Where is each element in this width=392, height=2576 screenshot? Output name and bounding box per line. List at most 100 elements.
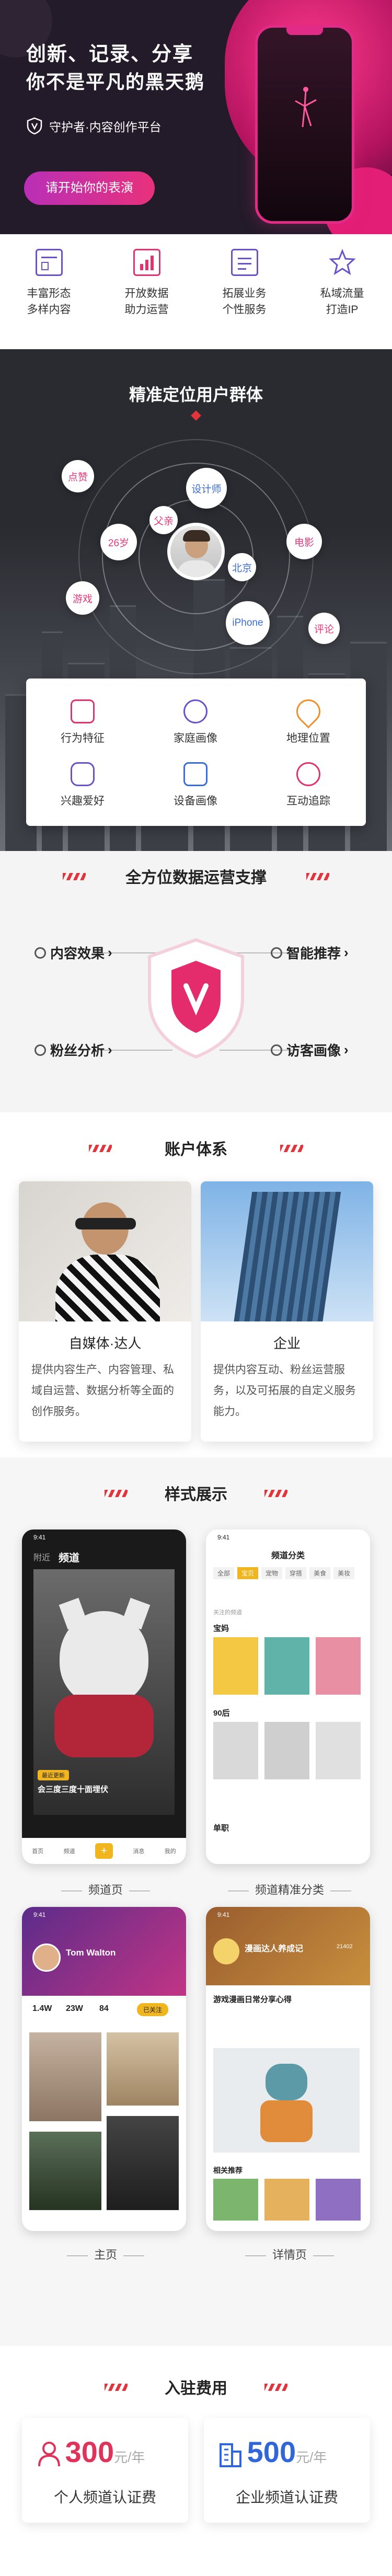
price-unit: 元/年 xyxy=(296,2450,327,2465)
data-icon xyxy=(133,249,160,276)
post-thumbnail xyxy=(107,2032,179,2106)
grid-label: 家庭画像 xyxy=(174,732,217,744)
heart-marker xyxy=(191,410,201,421)
follow-button[interactable]: 已关注 xyxy=(137,2003,169,2016)
grid-label: 地理位置 xyxy=(286,732,330,744)
grid-item: 地理位置 xyxy=(252,694,365,745)
tag-bubble: 设计师 xyxy=(186,468,227,509)
ops-label-text: 内容效果 xyxy=(50,946,105,961)
price-row: 300元/年 xyxy=(22,2435,188,2469)
section-label: 90后 xyxy=(213,1709,230,1718)
card-desc: 提供内容生产、内容管理、私域自运营、数据分析等全面的创作服务。 xyxy=(31,1364,174,1418)
tag-bubble: 点赞 xyxy=(62,460,94,492)
feature-line2: 打造IP xyxy=(326,304,359,316)
stat-value: 1.4W xyxy=(32,2004,52,2013)
feature-line1: 拓展业务 xyxy=(222,288,267,300)
category-tab[interactable]: 美妆 xyxy=(333,1567,355,1579)
post-title: 会三度三度十面埋伏 xyxy=(38,1785,109,1794)
tab-me[interactable]: 我的 xyxy=(165,1847,176,1855)
add-button[interactable]: + xyxy=(95,1843,113,1859)
post-thumbnail xyxy=(107,2116,179,2210)
category-tab[interactable]: 宠物 xyxy=(261,1567,283,1579)
card-title: 企业 xyxy=(273,1336,301,1351)
post-thumbnail xyxy=(29,2032,101,2121)
fans-icon xyxy=(34,1044,46,1056)
price-unit: 元/年 xyxy=(114,2450,145,2465)
category-tab[interactable]: 穿搭 xyxy=(285,1567,307,1579)
caption: 频道页 xyxy=(22,1881,189,1898)
tab-messages[interactable]: 消息 xyxy=(133,1847,144,1855)
feature-item: 开放数据 助力运营 xyxy=(98,249,195,318)
tab-channel-bottom[interactable]: 频道 xyxy=(64,1847,75,1855)
location-icon xyxy=(291,694,326,729)
avatar xyxy=(32,1944,61,1972)
shield-icon xyxy=(27,117,42,135)
ops-label: 粉丝分析 › xyxy=(30,1040,112,1060)
tag-bubble: iPhone xyxy=(226,601,270,645)
ops-label-text: 访客画像 xyxy=(286,1043,341,1059)
feature-line2: 个性服务 xyxy=(222,304,267,316)
ops-label: 内容效果 › xyxy=(30,943,112,962)
start-button[interactable]: 请开始你的表演 xyxy=(24,171,155,205)
feature-line1: 丰富形态 xyxy=(27,288,71,300)
category-tab[interactable]: 美食 xyxy=(309,1567,331,1579)
robot-illustration xyxy=(213,2048,360,2153)
features-row: 丰富形态 多样内容 开放数据 助力运营 拓展业务 个性服务 私域流量 打造IP xyxy=(0,234,392,349)
grid-label: 兴趣爱好 xyxy=(61,795,105,807)
tag-bubble: 26岁 xyxy=(100,524,137,560)
grid-label: 互动追踪 xyxy=(286,795,330,807)
title-decoration xyxy=(264,1490,287,1497)
tab-channel[interactable]: 频道 xyxy=(59,1549,79,1565)
dancer-icon xyxy=(295,87,317,128)
status-time: 9:41 xyxy=(217,1911,230,1918)
showcase-title: 样式展示 xyxy=(165,1486,227,1503)
category-tab[interactable]: 宝贝 xyxy=(237,1567,259,1579)
grid-item: 行为特征 xyxy=(26,699,139,745)
ops-label-text: 智能推荐 xyxy=(286,946,341,961)
tab-home[interactable]: 首页 xyxy=(32,1847,43,1855)
thumbnail xyxy=(316,1722,361,1779)
tab-nearby[interactable]: 附近 xyxy=(33,1550,50,1563)
feature-line1: 开放数据 xyxy=(124,288,169,300)
device-icon xyxy=(183,762,207,786)
post-heading: 游戏漫画日常分享心得 xyxy=(213,1995,292,2004)
behavior-icon xyxy=(71,699,95,723)
visitor-icon xyxy=(271,1044,282,1056)
grid-label: 行为特征 xyxy=(61,732,105,744)
title-decoration xyxy=(280,1145,303,1152)
account-card-enterprise[interactable]: 企业 提供内容互动、粉丝运营服务，以及可拓展的自定义服务能力。 xyxy=(201,1181,373,1442)
title-decoration xyxy=(264,2384,287,2391)
thumbnail xyxy=(264,2179,309,2221)
category-tab[interactable]: 全部 xyxy=(213,1567,235,1579)
thumbnail xyxy=(316,2179,361,2221)
section-label: 宝妈 xyxy=(213,1624,229,1633)
feature-line2: 多样内容 xyxy=(27,304,71,316)
feature-item: 丰富形态 多样内容 xyxy=(0,249,98,318)
page-title: 频道分类 xyxy=(271,1551,305,1560)
attributes-grid: 行为特征 家庭画像 地理位置 兴趣爱好 设备画像 互动追踪 xyxy=(26,678,366,826)
grid-item: 互动追踪 xyxy=(252,762,365,808)
phone-category-page: 9:41 频道分类 全部 宝贝 宠物 穿搭 美食 美妆 关注的频道 宝妈 90后… xyxy=(206,1530,370,1864)
tag-bubble: 游戏 xyxy=(66,581,99,615)
price-value: 300 xyxy=(65,2435,114,2468)
hero-banner: 创新、记录、分享 你不是平凡的黑天鹅 守护者·内容创作平台 请开始你的表演 xyxy=(0,0,392,234)
card-title: 自媒体·达人 xyxy=(68,1336,142,1351)
stat-value: 84 xyxy=(99,2004,109,2013)
content-effect-icon xyxy=(34,947,46,959)
phone-profile-page: 9:41 Tom Walton 1.4W 23W 84 已关注 xyxy=(22,1907,186,2231)
doc-icon xyxy=(230,249,258,276)
account-card-creator[interactable]: 自媒体·达人 提供内容生产、内容管理、私域自运营、数据分析等全面的创作服务。 xyxy=(19,1181,191,1442)
fee-label: 个人频道认证费 xyxy=(53,2489,156,2505)
section-label: 单职 xyxy=(213,1824,229,1833)
status-time: 9:41 xyxy=(217,1534,230,1541)
phone-mockup xyxy=(255,25,354,224)
thumbnail xyxy=(213,1722,258,1779)
thumbnail xyxy=(316,1637,361,1695)
category-tabs: 全部 宝贝 宠物 穿搭 美食 美妆 xyxy=(213,1567,355,1579)
price-row: 500元/年 xyxy=(204,2435,370,2469)
grid-label: 设备画像 xyxy=(174,795,217,807)
profile-name: Tom Walton xyxy=(66,1948,116,1958)
title-decoration xyxy=(306,873,329,880)
fee-label: 企业频道认证费 xyxy=(235,2489,338,2505)
tag-bubble: 评论 xyxy=(308,613,340,644)
